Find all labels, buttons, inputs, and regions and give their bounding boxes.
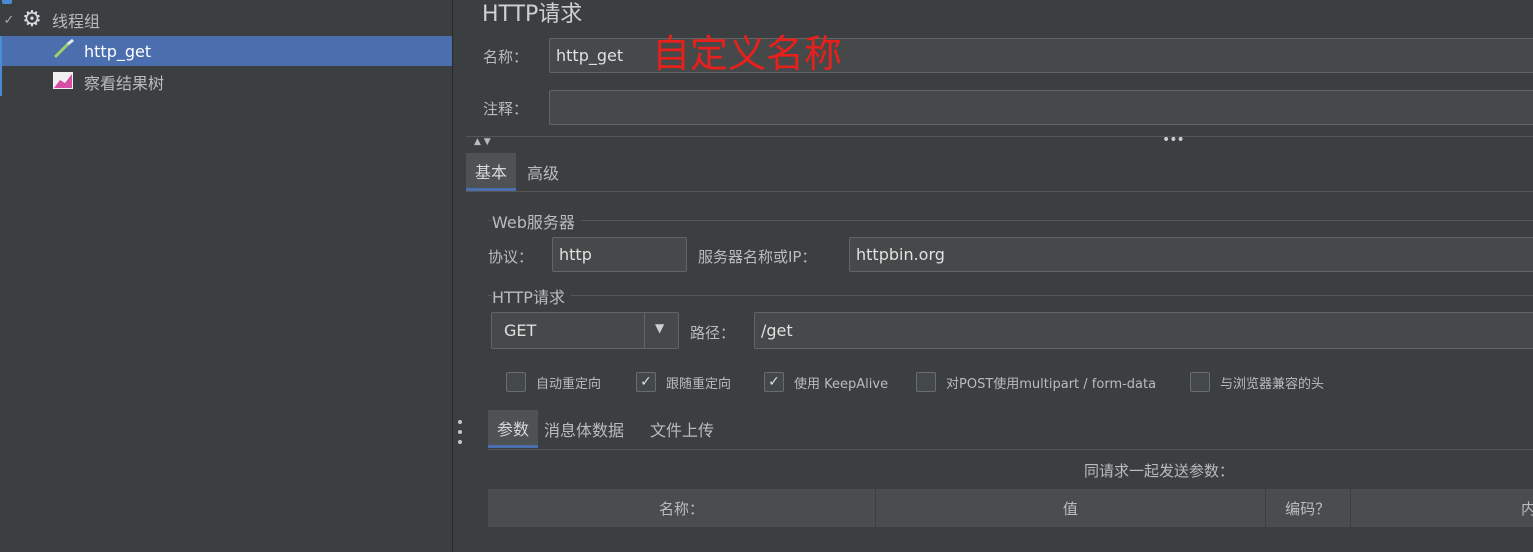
collapse-arrows-icon[interactable]: ▲ ▼: [474, 137, 491, 147]
gear-icon: ⚙: [22, 7, 42, 32]
method-select[interactable]: GET ▼: [491, 312, 679, 349]
tab-advanced[interactable]: 高级: [518, 153, 568, 191]
tab-body-data[interactable]: 消息体数据: [544, 410, 624, 448]
tabs-rule: [466, 191, 1533, 192]
tree-item-label: http_get: [84, 41, 152, 61]
option-auto-redirect[interactable]: 自动重定向: [506, 372, 601, 392]
column-header-value[interactable]: 值: [875, 489, 1266, 527]
protocol-label: 协议：: [488, 248, 534, 266]
panel-title: HTTP请求: [482, 2, 583, 27]
option-multipart[interactable]: 对POST使用multipart / form-data: [916, 372, 1156, 392]
server-label: 服务器名称或IP：: [698, 248, 817, 266]
tab-basic[interactable]: 基本: [466, 153, 516, 191]
protocol-field[interactable]: http: [552, 237, 687, 272]
name-label: 名称：: [483, 48, 529, 66]
http-request-group-rule: [488, 295, 1533, 296]
chevron-down-icon[interactable]: ✓: [0, 13, 18, 28]
web-server-group-title: Web服务器: [492, 209, 581, 233]
checkbox[interactable]: ✓: [636, 372, 656, 392]
server-field[interactable]: httpbin.org: [849, 237, 1533, 272]
path-label: 路径：: [690, 324, 736, 342]
checkbox[interactable]: [916, 372, 936, 392]
path-value: /get: [761, 321, 793, 340]
dropdown-separator: [644, 313, 645, 348]
chart-icon: [52, 70, 78, 94]
check-icon: ✓: [768, 374, 780, 390]
comment-field[interactable]: [549, 90, 1533, 125]
option-label: 跟随重定向: [666, 376, 732, 392]
option-label: 自动重定向: [536, 376, 602, 392]
tab-file-upload[interactable]: 文件上传: [650, 410, 714, 448]
params-table-header: 名称： 值 编码？ 内容: [488, 489, 1533, 527]
tree-top-icon: [2, 0, 12, 4]
server-value: httpbin.org: [856, 245, 945, 264]
test-plan-tree: ✓ ⚙ 线程组 http_get 察看结果树: [0, 0, 452, 552]
option-follow-redirect[interactable]: ✓ 跟随重定向: [636, 372, 731, 392]
tree-item-label: 察看结果树: [84, 74, 165, 93]
tree-item-http-get[interactable]: http_get: [0, 36, 452, 66]
tab-body-data-label: 消息体数据: [544, 421, 625, 440]
comment-label: 注释：: [483, 100, 529, 118]
param-tabs-rule: [488, 449, 1533, 450]
option-keepalive[interactable]: ✓ 使用 KeepAlive: [764, 372, 888, 392]
column-header-name[interactable]: 名称：: [488, 489, 876, 527]
method-value: GET: [504, 321, 537, 340]
collapse-bar[interactable]: ▲ ▼ •••: [466, 132, 1533, 150]
option-label: 与浏览器兼容的头: [1220, 376, 1325, 392]
params-caption: 同请求一起发送参数：: [1084, 462, 1235, 480]
checkbox[interactable]: [506, 372, 526, 392]
checkbox[interactable]: ✓: [764, 372, 784, 392]
option-label: 对POST使用multipart / form-data: [946, 376, 1157, 392]
name-value: http_get: [556, 46, 624, 65]
tab-advanced-label: 高级: [526, 164, 559, 183]
option-label: 使用 KeepAlive: [794, 376, 889, 392]
more-dots-icon[interactable]: •••: [1162, 132, 1185, 148]
tab-params-label: 参数: [496, 419, 529, 439]
web-server-group-rule: [488, 220, 1533, 221]
http-request-group-title: HTTP请求: [492, 284, 571, 308]
option-browser-headers[interactable]: 与浏览器兼容的头: [1190, 372, 1324, 392]
tab-params[interactable]: 参数: [488, 410, 538, 448]
checkbox[interactable]: [1190, 372, 1210, 392]
column-header-encode[interactable]: 编码？: [1265, 489, 1351, 527]
column-header-content-label: 内容: [1520, 499, 1533, 518]
check-icon: ✓: [640, 374, 652, 390]
protocol-value: http: [559, 245, 592, 264]
tree-item-thread-group[interactable]: ✓ ⚙ 线程组: [0, 5, 452, 35]
tree-item-label: 线程组: [52, 12, 101, 31]
column-header-content[interactable]: 内容: [1350, 489, 1533, 527]
drag-handle-icon[interactable]: [457, 420, 463, 444]
chevron-down-icon[interactable]: ▼: [655, 321, 664, 335]
annotation-text: 自定义名称: [652, 32, 843, 76]
path-field[interactable]: /get: [754, 312, 1533, 349]
tab-basic-label: 基本: [474, 162, 507, 182]
tab-file-upload-label: 文件上传: [650, 421, 715, 440]
split-divider[interactable]: [452, 0, 466, 552]
pipette-icon: [52, 38, 78, 63]
tree-guide-line: [0, 36, 2, 96]
tree-item-result-tree[interactable]: 察看结果树: [0, 67, 452, 97]
http-request-panel: HTTP请求 名称： http_get 自定义名称 注释： ▲ ▼ ••• 基本…: [466, 0, 1533, 552]
